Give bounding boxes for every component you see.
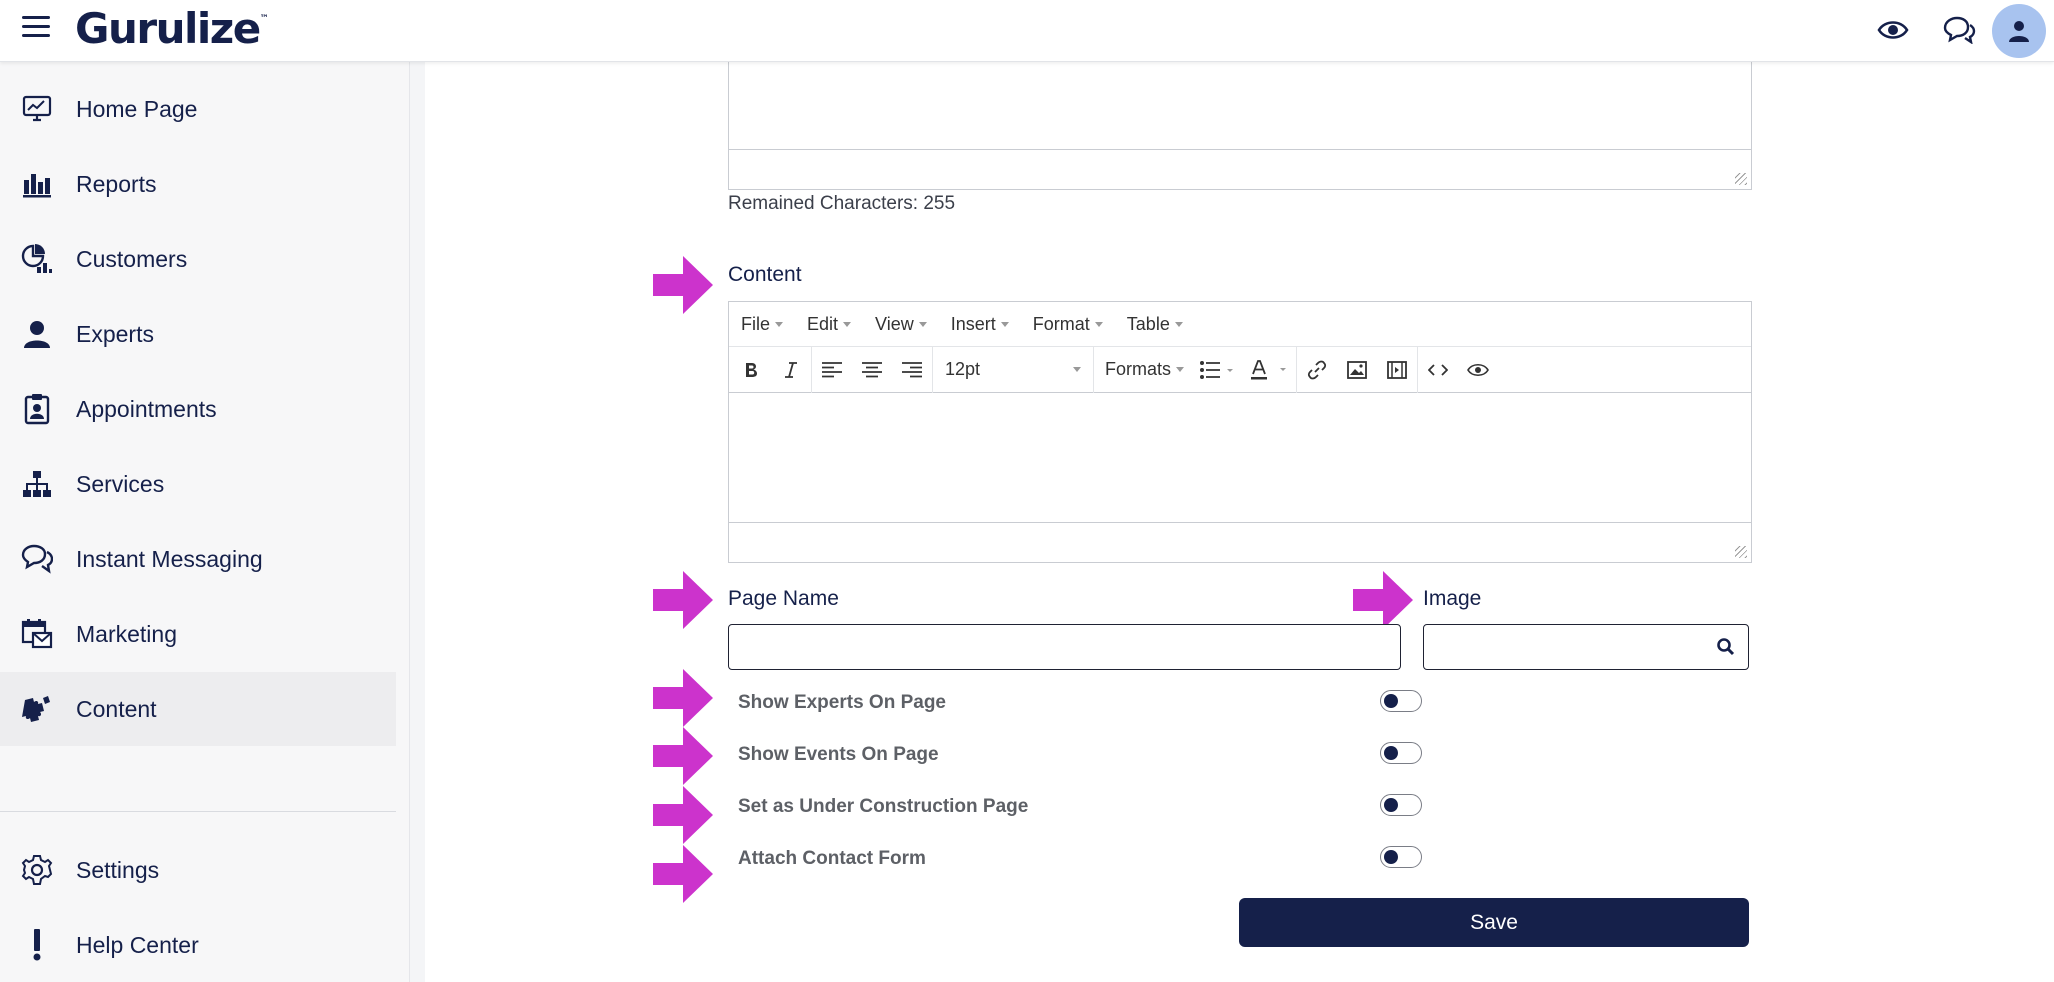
eye-icon[interactable]	[1875, 12, 1911, 48]
toggle-attach-contact-form[interactable]	[1380, 846, 1422, 868]
menu-format[interactable]: Format	[1033, 314, 1103, 335]
chat-bubbles-icon	[20, 542, 54, 576]
remaining-characters: Remained Characters: 255	[728, 193, 956, 214]
bar-chart-icon	[20, 167, 54, 201]
editor-content-area[interactable]	[729, 394, 1751, 524]
user-avatar-icon[interactable]	[1992, 4, 2046, 58]
font-size-select[interactable]: 12pt	[933, 350, 1093, 390]
menu-table[interactable]: Table	[1127, 314, 1183, 335]
annotation-arrow-icon	[653, 786, 713, 844]
toggle-label-attach-contact-form: Attach Contact Form	[738, 848, 926, 869]
hierarchy-icon	[20, 467, 54, 501]
sidebar-item-content[interactable]: Content	[0, 672, 396, 746]
person-icon	[20, 317, 54, 351]
menu-view[interactable]: View	[875, 314, 927, 335]
code-icon[interactable]	[1418, 350, 1458, 390]
rich-text-editor: File Edit View Insert Format Table 12pt …	[728, 301, 1752, 563]
app-logo[interactable]: Gurulize™	[75, 4, 269, 53]
resize-handle[interactable]	[1735, 173, 1747, 185]
exclamation-icon	[20, 928, 54, 962]
search-icon[interactable]	[1716, 637, 1736, 657]
badge-icon	[20, 392, 54, 426]
link-icon[interactable]	[1297, 350, 1337, 390]
sidebar-item-instant-messaging[interactable]: Instant Messaging	[0, 522, 396, 596]
text-color-icon[interactable]	[1242, 350, 1296, 390]
toggle-label-show-events: Show Events On Page	[738, 744, 939, 765]
toggle-under-construction[interactable]	[1380, 794, 1422, 816]
sidebar-item-experts[interactable]: Experts	[0, 297, 396, 371]
sidebar-item-help-center[interactable]: Help Center	[0, 908, 396, 982]
editor-toolbar: 12pt Formats	[729, 346, 1751, 393]
chat-icon[interactable]	[1941, 12, 1977, 48]
calendar-mail-icon	[20, 617, 54, 651]
monitor-chart-icon	[20, 92, 54, 126]
top-bar: Gurulize™	[0, 0, 2054, 62]
bold-icon[interactable]	[731, 350, 771, 390]
menu-file[interactable]: File	[741, 314, 784, 335]
menu-insert[interactable]: Insert	[951, 314, 1009, 335]
image-icon[interactable]	[1337, 350, 1377, 390]
sidebar-item-appointments[interactable]: Appointments	[0, 372, 396, 446]
annotation-arrow-icon	[653, 669, 713, 727]
align-center-icon[interactable]	[852, 350, 892, 390]
summary-textarea[interactable]	[728, 62, 1752, 190]
save-button[interactable]: Save	[1239, 898, 1749, 947]
page-name-label: Page Name	[728, 587, 839, 610]
media-icon[interactable]	[1377, 350, 1417, 390]
puzzle-icon	[20, 692, 54, 726]
image-picker-input[interactable]	[1423, 624, 1749, 670]
resize-handle[interactable]	[1735, 546, 1747, 558]
page-name-input[interactable]	[728, 624, 1401, 670]
toggle-show-experts[interactable]	[1380, 690, 1422, 712]
content-label: Content	[728, 263, 802, 286]
annotation-arrow-icon	[653, 727, 713, 785]
sidebar-item-reports[interactable]: Reports	[0, 147, 396, 221]
textarea-statusbar	[729, 149, 1751, 189]
italic-icon[interactable]	[771, 350, 811, 390]
pie-chart-icon	[20, 242, 54, 276]
formats-select[interactable]: Formats	[1094, 350, 1192, 390]
gear-icon	[20, 853, 54, 887]
sidebar-item-customers[interactable]: Customers	[0, 222, 396, 296]
annotation-arrow-icon	[653, 845, 713, 903]
editor-menubar: File Edit View Insert Format Table	[729, 302, 1751, 347]
image-label: Image	[1423, 587, 1482, 610]
sidebar-item-services[interactable]: Services	[0, 447, 396, 521]
annotation-arrow-icon	[653, 571, 713, 629]
toggle-show-events[interactable]	[1380, 742, 1422, 764]
annotation-arrow-icon	[653, 256, 713, 314]
align-right-icon[interactable]	[892, 350, 932, 390]
menu-edit[interactable]: Edit	[807, 314, 852, 335]
annotation-arrow-icon	[1353, 571, 1413, 629]
align-left-icon[interactable]	[812, 350, 852, 390]
preview-icon[interactable]	[1458, 350, 1498, 390]
bullet-list-icon[interactable]	[1192, 350, 1242, 390]
sidebar-divider	[0, 811, 396, 812]
sidebar-item-marketing[interactable]: Marketing	[0, 597, 396, 671]
sidebar: Home Page Reports Customers Experts Appo…	[0, 62, 410, 982]
toggle-label-show-experts: Show Experts On Page	[738, 692, 946, 713]
editor-statusbar	[729, 522, 1751, 562]
sidebar-item-home-page[interactable]: Home Page	[0, 72, 396, 146]
sidebar-item-settings[interactable]: Settings	[0, 833, 396, 907]
toggle-label-under-construction: Set as Under Construction Page	[738, 796, 1029, 817]
menu-icon[interactable]	[22, 16, 50, 40]
